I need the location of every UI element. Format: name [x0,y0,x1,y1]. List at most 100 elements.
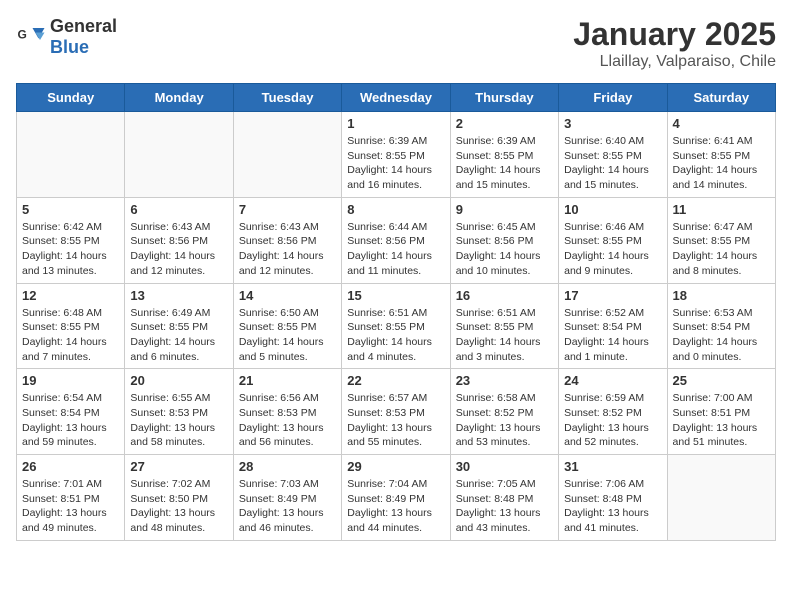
day-info: Sunrise: 6:56 AMSunset: 8:53 PMDaylight:… [239,391,336,450]
day-info: Sunrise: 6:44 AMSunset: 8:56 PMDaylight:… [347,220,444,279]
day-of-week-header: Thursday [450,84,558,112]
calendar-cell: 2 Sunrise: 6:39 AMSunset: 8:55 PMDaylight… [450,112,558,198]
day-number: 19 [22,373,119,388]
day-info: Sunrise: 6:40 AMSunset: 8:55 PMDaylight:… [564,134,661,193]
day-number: 27 [130,459,227,474]
day-number: 30 [456,459,553,474]
day-info: Sunrise: 6:54 AMSunset: 8:54 PMDaylight:… [22,391,119,450]
day-info: Sunrise: 6:43 AMSunset: 8:56 PMDaylight:… [239,220,336,279]
calendar-cell: 15Sunrise: 6:51 AMSunset: 8:55 PMDayligh… [342,283,450,369]
calendar-cell: 28 Sunrise: 7:03 AMSunset: 8:49 PMDayligh… [233,455,341,541]
calendar-cell: 11Sunrise: 6:47 AMSunset: 8:55 PMDayligh… [667,197,775,283]
calendar-cell: 5 Sunrise: 6:42 AMSunset: 8:55 PMDaylight… [17,197,125,283]
page-header: G General Blue January 2025 Llaillay, Va… [16,16,776,71]
calendar-cell: 26 Sunrise: 7:01 AMSunset: 8:51 PMDayligh… [17,455,125,541]
calendar-cell [125,112,233,198]
calendar-cell: 30 Sunrise: 7:05 AMSunset: 8:48 PMDayligh… [450,455,558,541]
day-number: 23 [456,373,553,388]
calendar-cell: 3 Sunrise: 6:40 AMSunset: 8:55 PMDaylight… [559,112,667,198]
day-of-week-header: Sunday [17,84,125,112]
calendar-cell: 4 Sunrise: 6:41 AMSunset: 8:55 PMDaylight… [667,112,775,198]
calendar-week-row: 5 Sunrise: 6:42 AMSunset: 8:55 PMDaylight… [17,197,776,283]
day-number: 25 [673,373,770,388]
day-info: Sunrise: 6:57 AMSunset: 8:53 PMDaylight:… [347,391,444,450]
day-number: 14 [239,288,336,303]
day-number: 6 [130,202,227,217]
day-info: Sunrise: 7:00 AMSunset: 8:51 PMDaylight:… [673,391,770,450]
day-number: 1 [347,116,444,131]
calendar-cell: 9Sunrise: 6:45 AMSunset: 8:56 PMDaylight… [450,197,558,283]
day-number: 15 [347,288,444,303]
day-info: Sunrise: 7:03 AMSunset: 8:49 PMDaylight:… [239,477,336,536]
day-number: 18 [673,288,770,303]
calendar-cell [17,112,125,198]
calendar-cell: 29Sunrise: 7:04 AMSunset: 8:49 PMDayligh… [342,455,450,541]
day-number: 2 [456,116,553,131]
calendar-cell [233,112,341,198]
day-info: Sunrise: 7:06 AMSunset: 8:48 PMDaylight:… [564,477,661,536]
calendar-cell: 8 Sunrise: 6:44 AMSunset: 8:56 PMDaylight… [342,197,450,283]
calendar-cell: 23 Sunrise: 6:58 AMSunset: 8:52 PMDayligh… [450,369,558,455]
day-info: Sunrise: 7:02 AMSunset: 8:50 PMDaylight:… [130,477,227,536]
calendar-week-row: 1 Sunrise: 6:39 AMSunset: 8:55 PMDaylight… [17,112,776,198]
day-number: 4 [673,116,770,131]
calendar-cell: 17Sunrise: 6:52 AMSunset: 8:54 PMDayligh… [559,283,667,369]
logo: G General Blue [16,16,117,58]
calendar-cell: 24 Sunrise: 6:59 AMSunset: 8:52 PMDayligh… [559,369,667,455]
logo-general: General [50,16,117,36]
day-number: 26 [22,459,119,474]
day-info: Sunrise: 7:01 AMSunset: 8:51 PMDaylight:… [22,477,119,536]
day-number: 3 [564,116,661,131]
calendar-cell: 13Sunrise: 6:49 AMSunset: 8:55 PMDayligh… [125,283,233,369]
calendar-cell: 12 Sunrise: 6:48 AMSunset: 8:55 PMDayligh… [17,283,125,369]
day-number: 22 [347,373,444,388]
day-info: Sunrise: 6:39 AMSunset: 8:55 PMDaylight:… [456,134,553,193]
calendar-cell: 21 Sunrise: 6:56 AMSunset: 8:53 PMDayligh… [233,369,341,455]
day-info: Sunrise: 6:46 AMSunset: 8:55 PMDaylight:… [564,220,661,279]
svg-text:G: G [18,28,27,42]
day-info: Sunrise: 6:50 AMSunset: 8:55 PMDaylight:… [239,306,336,365]
day-info: Sunrise: 6:48 AMSunset: 8:55 PMDaylight:… [22,306,119,365]
day-info: Sunrise: 6:59 AMSunset: 8:52 PMDaylight:… [564,391,661,450]
day-number: 11 [673,202,770,217]
calendar-cell: 1Sunrise: 6:39 AMSunset: 8:55 PMDaylight… [342,112,450,198]
logo-icon: G [16,22,46,52]
calendar-cell: 31 Sunrise: 7:06 AMSunset: 8:48 PMDayligh… [559,455,667,541]
calendar-cell: 16Sunrise: 6:51 AMSunset: 8:55 PMDayligh… [450,283,558,369]
calendar-week-row: 26 Sunrise: 7:01 AMSunset: 8:51 PMDayligh… [17,455,776,541]
calendar-cell [667,455,775,541]
calendar-cell: 22 Sunrise: 6:57 AMSunset: 8:53 PMDayligh… [342,369,450,455]
day-info: Sunrise: 6:43 AMSunset: 8:56 PMDaylight:… [130,220,227,279]
calendar-cell: 25 Sunrise: 7:00 AMSunset: 8:51 PMDayligh… [667,369,775,455]
day-number: 16 [456,288,553,303]
day-number: 10 [564,202,661,217]
day-number: 9 [456,202,553,217]
day-number: 20 [130,373,227,388]
day-info: Sunrise: 6:41 AMSunset: 8:55 PMDaylight:… [673,134,770,193]
day-number: 21 [239,373,336,388]
calendar-cell: 14 Sunrise: 6:50 AMSunset: 8:55 PMDayligh… [233,283,341,369]
day-number: 31 [564,459,661,474]
day-number: 12 [22,288,119,303]
day-of-week-header: Friday [559,84,667,112]
day-info: Sunrise: 6:53 AMSunset: 8:54 PMDaylight:… [673,306,770,365]
day-of-week-header: Wednesday [342,84,450,112]
title-block: January 2025 Llaillay, Valparaiso, Chile [573,16,776,71]
day-number: 29 [347,459,444,474]
calendar-cell: 7Sunrise: 6:43 AMSunset: 8:56 PMDaylight… [233,197,341,283]
day-number: 28 [239,459,336,474]
location-title: Llaillay, Valparaiso, Chile [573,53,776,71]
calendar-table: SundayMondayTuesdayWednesdayThursdayFrid… [16,83,776,541]
day-info: Sunrise: 6:42 AMSunset: 8:55 PMDaylight:… [22,220,119,279]
day-of-week-header: Saturday [667,84,775,112]
day-info: Sunrise: 6:58 AMSunset: 8:52 PMDaylight:… [456,391,553,450]
day-info: Sunrise: 7:05 AMSunset: 8:48 PMDaylight:… [456,477,553,536]
calendar-cell: 27 Sunrise: 7:02 AMSunset: 8:50 PMDayligh… [125,455,233,541]
calendar-header-row: SundayMondayTuesdayWednesdayThursdayFrid… [17,84,776,112]
day-info: Sunrise: 6:49 AMSunset: 8:55 PMDaylight:… [130,306,227,365]
day-number: 5 [22,202,119,217]
day-number: 24 [564,373,661,388]
calendar-cell: 19 Sunrise: 6:54 AMSunset: 8:54 PMDayligh… [17,369,125,455]
day-number: 8 [347,202,444,217]
day-of-week-header: Monday [125,84,233,112]
